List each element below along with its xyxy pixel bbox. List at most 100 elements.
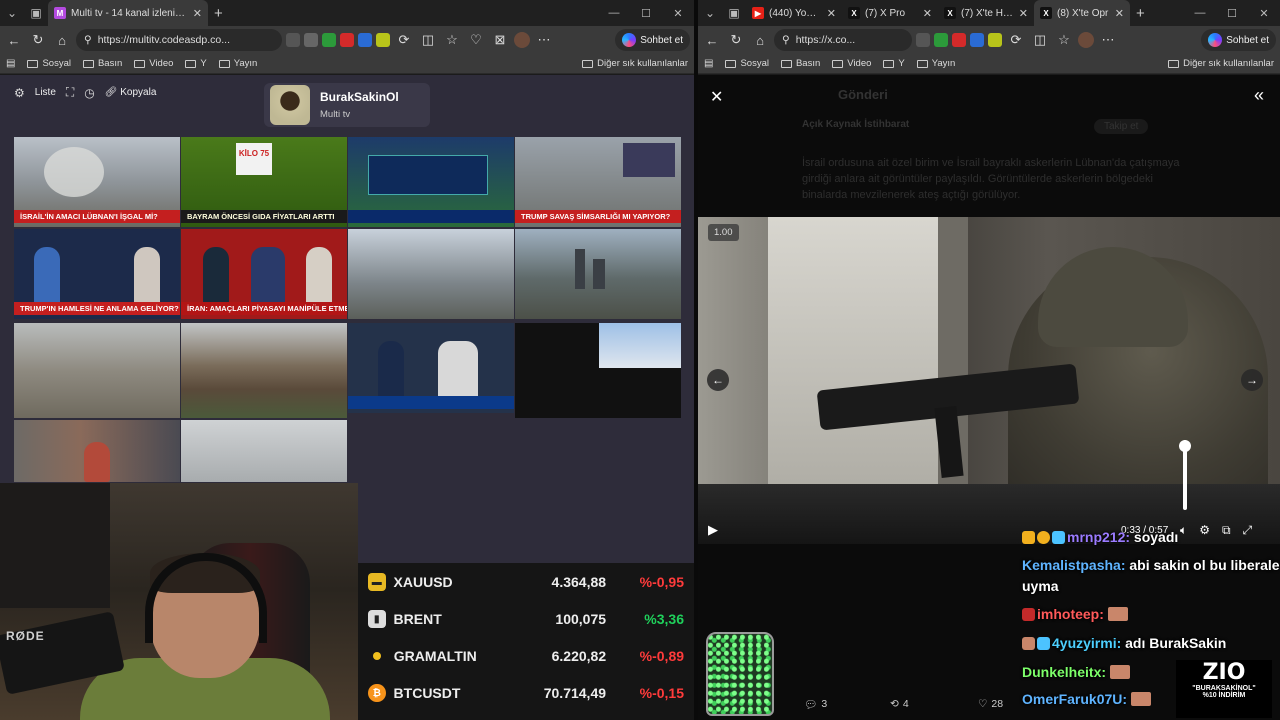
extension-icon[interactable] bbox=[286, 33, 300, 47]
bookmark-folder-basin[interactable]: Basın bbox=[82, 58, 122, 69]
extension-icon[interactable] bbox=[988, 33, 1002, 47]
extension-icon[interactable] bbox=[340, 33, 354, 47]
tv-tile[interactable] bbox=[515, 229, 681, 319]
other-favorites[interactable]: Diğer sık kullanılanlar bbox=[582, 58, 688, 69]
close-window-button[interactable]: ✕ bbox=[662, 7, 694, 20]
volume-knob[interactable] bbox=[1179, 440, 1191, 452]
refresh-icon[interactable]: ↻ bbox=[28, 30, 48, 50]
tab-multitv[interactable]: M Multi tv - 14 kanal izleniyor ✕ bbox=[48, 0, 208, 26]
profile-card[interactable]: BurakSakinOl Multi tv bbox=[264, 83, 430, 127]
bookmark-folder-video[interactable]: Video bbox=[134, 58, 173, 69]
extension-icon[interactable] bbox=[916, 33, 930, 47]
tv-tile[interactable]: TRUMP'IN HAMLESİ NE ANLAMA GELİYOR? bbox=[14, 229, 180, 319]
close-tab-icon[interactable]: ✕ bbox=[193, 7, 202, 20]
close-window-button[interactable]: ✕ bbox=[1248, 7, 1280, 20]
bookmark-folder-yayin[interactable]: Yayın bbox=[218, 58, 257, 69]
workspaces-icon[interactable]: ▣ bbox=[24, 1, 48, 25]
bookmark-folder-video[interactable]: Video bbox=[832, 58, 871, 69]
tv-tile[interactable] bbox=[181, 420, 347, 482]
refresh-icon[interactable]: ↻ bbox=[726, 30, 746, 50]
home-icon[interactable]: ⌂ bbox=[52, 30, 72, 50]
extension-icon[interactable] bbox=[934, 33, 948, 47]
tab-xpro[interactable]: X (7) X Pro ✕ bbox=[842, 0, 938, 26]
back-arrow-icon[interactable]: ← bbox=[4, 30, 24, 50]
bookmark-folder-basin[interactable]: Basın bbox=[780, 58, 820, 69]
collections-icon[interactable]: ♡ bbox=[466, 30, 486, 50]
playback-speed-badge[interactable]: 1.00 bbox=[708, 224, 739, 241]
sync-icon[interactable]: ⟳ bbox=[394, 30, 414, 50]
tv-tile[interactable]: İRAN: AMAÇLARI PİYASAYI MANİPÜLE ETMEK bbox=[181, 229, 347, 319]
back-arrow-icon[interactable]: ← bbox=[702, 30, 722, 50]
close-viewer-icon[interactable]: ✕ bbox=[710, 87, 723, 107]
play-icon[interactable]: ▶ bbox=[708, 522, 718, 538]
repost-button[interactable]: ⟲ 4 bbox=[890, 698, 909, 710]
profile-avatar[interactable] bbox=[1078, 32, 1094, 48]
like-button[interactable]: ♡ 28 bbox=[978, 698, 1003, 710]
tv-tile[interactable] bbox=[348, 229, 514, 319]
profile-avatar[interactable] bbox=[514, 32, 530, 48]
site-info-icon[interactable]: ⚲ bbox=[84, 34, 92, 46]
tv-tile[interactable]: TRUMP SAVAŞ SİMSARLIĞI MI YAPIYOR? bbox=[515, 137, 681, 227]
workspaces-icon[interactable]: ▣ bbox=[722, 1, 746, 25]
extension-icon[interactable] bbox=[322, 33, 336, 47]
url-input[interactable]: ⚲ https://x.co... bbox=[774, 29, 912, 51]
chat-button[interactable]: Sohbet et bbox=[615, 29, 690, 51]
tv-tile[interactable] bbox=[348, 137, 514, 227]
next-arrow-icon[interactable]: → bbox=[1241, 369, 1263, 391]
translate-extension-icon[interactable] bbox=[970, 33, 984, 47]
close-tab-icon[interactable]: ✕ bbox=[923, 7, 932, 20]
tv-tile[interactable] bbox=[515, 323, 681, 418]
tv-tile[interactable] bbox=[14, 323, 180, 418]
timer-icon[interactable]: ◷ bbox=[84, 86, 94, 100]
screenshot-icon[interactable]: ⊠ bbox=[490, 30, 510, 50]
fullscreen-icon[interactable]: ⛶ bbox=[66, 85, 74, 100]
reply-button[interactable]: 💬︎ 3 bbox=[804, 698, 827, 711]
collapse-panel-icon[interactable]: « bbox=[1254, 85, 1264, 106]
chat-button[interactable]: Sohbet et bbox=[1201, 29, 1276, 51]
bookmark-folder-y[interactable]: Y bbox=[185, 58, 207, 69]
close-tab-icon[interactable]: ✕ bbox=[1115, 7, 1124, 20]
bookmark-folder-yayin[interactable]: Yayın bbox=[916, 58, 955, 69]
home-icon[interactable]: ⌂ bbox=[750, 30, 770, 50]
copy-link-button[interactable]: 🔗︎ Kopyala bbox=[105, 87, 157, 98]
extension-icon[interactable] bbox=[376, 33, 390, 47]
bookmark-item[interactable]: ▤ bbox=[704, 58, 713, 69]
favorites-star-icon[interactable]: ☆ bbox=[1054, 30, 1074, 50]
tv-tile[interactable]: İSRAİL'İN AMACI LÜBNAN'I İŞGAL Mİ? bbox=[14, 137, 180, 227]
other-favorites[interactable]: Diğer sık kullanılanlar bbox=[1168, 58, 1274, 69]
translate-extension-icon[interactable] bbox=[358, 33, 372, 47]
tv-tile[interactable]: KİLO 75 BAYRAM ÖNCESİ GIDA FİYATLARI ART… bbox=[181, 137, 347, 227]
more-menu-icon[interactable]: ⋯ bbox=[534, 30, 554, 50]
video-player[interactable] bbox=[698, 217, 1280, 544]
tv-tile[interactable] bbox=[14, 420, 180, 482]
extension-icon[interactable] bbox=[304, 33, 318, 47]
new-tab-button[interactable]: + bbox=[208, 5, 229, 22]
extension-icon[interactable] bbox=[952, 33, 966, 47]
bookmark-folder-y[interactable]: Y bbox=[883, 58, 905, 69]
new-tab-button[interactable]: + bbox=[1130, 5, 1151, 22]
tab-list-chevron-icon[interactable]: ⌄ bbox=[698, 1, 722, 25]
close-tab-icon[interactable]: ✕ bbox=[827, 7, 836, 20]
favorites-star-icon[interactable]: ☆ bbox=[442, 30, 462, 50]
more-menu-icon[interactable]: ⋯ bbox=[1098, 30, 1118, 50]
maximize-button[interactable]: ☐ bbox=[630, 7, 662, 20]
site-info-icon[interactable]: ⚲ bbox=[782, 34, 790, 46]
sync-icon[interactable]: ⟳ bbox=[1006, 30, 1026, 50]
split-screen-icon[interactable]: ◫ bbox=[418, 30, 438, 50]
tv-tile[interactable] bbox=[181, 323, 347, 418]
previous-arrow-icon[interactable]: ← bbox=[707, 369, 729, 391]
minimize-button[interactable]: — bbox=[598, 7, 630, 20]
tab-x-haber[interactable]: X (7) X'te Haber A ✕ bbox=[938, 0, 1034, 26]
tab-youtube[interactable]: ▶ (440) Yoğurt dol ✕ bbox=[746, 0, 842, 26]
tv-tile[interactable] bbox=[348, 323, 514, 413]
bookmark-folder-sosyal[interactable]: Sosyal bbox=[725, 58, 769, 69]
url-input[interactable]: ⚲ https://multitv.codeasdp.co... bbox=[76, 29, 282, 51]
minimize-button[interactable]: — bbox=[1184, 7, 1216, 20]
bookmark-item[interactable]: ▤ bbox=[6, 58, 15, 69]
bookmark-folder-sosyal[interactable]: Sosyal bbox=[27, 58, 71, 69]
list-button[interactable]: Liste bbox=[35, 87, 56, 98]
tab-x-opr[interactable]: X (8) X'te Opr ✕ bbox=[1034, 0, 1130, 26]
close-tab-icon[interactable]: ✕ bbox=[1019, 7, 1028, 20]
split-screen-icon[interactable]: ◫ bbox=[1030, 30, 1050, 50]
settings-gear-icon[interactable]: ⚙ bbox=[14, 86, 25, 100]
